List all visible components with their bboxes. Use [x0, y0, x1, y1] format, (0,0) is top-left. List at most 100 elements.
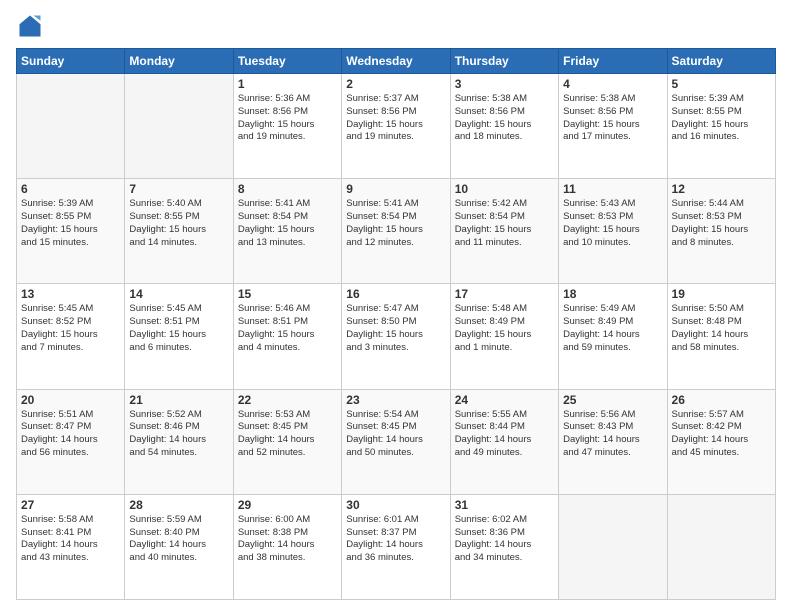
day-number: 9	[346, 182, 445, 196]
cell-content: Sunrise: 5:38 AMSunset: 8:56 PMDaylight:…	[563, 93, 662, 144]
day-number: 23	[346, 393, 445, 407]
day-header-sunday: Sunday	[17, 49, 125, 74]
day-number: 31	[455, 498, 554, 512]
calendar-cell: 28Sunrise: 5:59 AMSunset: 8:40 PMDayligh…	[125, 494, 233, 599]
day-number: 8	[238, 182, 337, 196]
cell-content: Sunrise: 5:47 AMSunset: 8:50 PMDaylight:…	[346, 303, 445, 354]
calendar-cell: 24Sunrise: 5:55 AMSunset: 8:44 PMDayligh…	[450, 389, 558, 494]
calendar-cell	[125, 74, 233, 179]
cell-content: Sunrise: 5:40 AMSunset: 8:55 PMDaylight:…	[129, 198, 228, 249]
cell-content: Sunrise: 5:39 AMSunset: 8:55 PMDaylight:…	[21, 198, 120, 249]
calendar-cell: 2 Sunrise: 5:37 AMSunset: 8:56 PMDaylight…	[342, 74, 450, 179]
cell-content: Sunrise: 5:46 AMSunset: 8:51 PMDaylight:…	[238, 303, 337, 354]
calendar-cell: 18Sunrise: 5:49 AMSunset: 8:49 PMDayligh…	[559, 284, 667, 389]
calendar-cell: 19 Sunrise: 5:50 AMSunset: 8:48 PMDayligh…	[667, 284, 775, 389]
day-number: 7	[129, 182, 228, 196]
cell-content: Sunrise: 5:57 AMSunset: 8:42 PMDaylight:…	[672, 409, 771, 460]
calendar-cell: 15 Sunrise: 5:46 AMSunset: 8:51 PMDayligh…	[233, 284, 341, 389]
day-number: 19	[672, 287, 771, 301]
day-number: 22	[238, 393, 337, 407]
calendar-cell: 10 Sunrise: 5:42 AMSunset: 8:54 PMDayligh…	[450, 179, 558, 284]
day-number: 27	[21, 498, 120, 512]
calendar-cell: 17 Sunrise: 5:48 AMSunset: 8:49 PMDayligh…	[450, 284, 558, 389]
calendar-week-row: 6 Sunrise: 5:39 AMSunset: 8:55 PMDaylight…	[17, 179, 776, 284]
cell-content: Sunrise: 5:39 AMSunset: 8:55 PMDaylight:…	[672, 93, 771, 144]
day-header-tuesday: Tuesday	[233, 49, 341, 74]
header	[16, 12, 776, 40]
calendar-cell	[559, 494, 667, 599]
logo	[16, 12, 48, 40]
day-number: 28	[129, 498, 228, 512]
day-number: 26	[672, 393, 771, 407]
calendar-week-row: 13 Sunrise: 5:45 AMSunset: 8:52 PMDayligh…	[17, 284, 776, 389]
calendar-week-row: 27 Sunrise: 5:58 AMSunset: 8:41 PMDayligh…	[17, 494, 776, 599]
cell-content: Sunrise: 5:38 AMSunset: 8:56 PMDaylight:…	[455, 93, 554, 144]
cell-content: Sunrise: 6:01 AMSunset: 8:37 PMDaylight:…	[346, 514, 445, 565]
calendar-cell	[667, 494, 775, 599]
day-number: 3	[455, 77, 554, 91]
cell-content: Sunrise: 5:37 AMSunset: 8:56 PMDaylight:…	[346, 93, 445, 144]
cell-content: Sunrise: 6:02 AMSunset: 8:36 PMDaylight:…	[455, 514, 554, 565]
day-number: 13	[21, 287, 120, 301]
calendar-cell: 4 Sunrise: 5:38 AMSunset: 8:56 PMDaylight…	[559, 74, 667, 179]
day-number: 12	[672, 182, 771, 196]
day-number: 4	[563, 77, 662, 91]
day-header-monday: Monday	[125, 49, 233, 74]
cell-content: Sunrise: 5:41 AMSunset: 8:54 PMDaylight:…	[238, 198, 337, 249]
calendar-cell: 11Sunrise: 5:43 AMSunset: 8:53 PMDayligh…	[559, 179, 667, 284]
calendar-cell: 30 Sunrise: 6:01 AMSunset: 8:37 PMDayligh…	[342, 494, 450, 599]
day-header-wednesday: Wednesday	[342, 49, 450, 74]
logo-icon	[16, 12, 44, 40]
calendar-cell	[17, 74, 125, 179]
day-number: 20	[21, 393, 120, 407]
calendar-table: SundayMondayTuesdayWednesdayThursdayFrid…	[16, 48, 776, 600]
cell-content: Sunrise: 5:58 AMSunset: 8:41 PMDaylight:…	[21, 514, 120, 565]
calendar-cell: 25 Sunrise: 5:56 AMSunset: 8:43 PMDayligh…	[559, 389, 667, 494]
calendar-cell: 16 Sunrise: 5:47 AMSunset: 8:50 PMDayligh…	[342, 284, 450, 389]
calendar-cell: 21Sunrise: 5:52 AMSunset: 8:46 PMDayligh…	[125, 389, 233, 494]
calendar-cell: 31 Sunrise: 6:02 AMSunset: 8:36 PMDayligh…	[450, 494, 558, 599]
day-number: 11	[563, 182, 662, 196]
calendar-cell: 5 Sunrise: 5:39 AMSunset: 8:55 PMDaylight…	[667, 74, 775, 179]
calendar-cell: 22Sunrise: 5:53 AMSunset: 8:45 PMDayligh…	[233, 389, 341, 494]
day-header-thursday: Thursday	[450, 49, 558, 74]
cell-content: Sunrise: 5:54 AMSunset: 8:45 PMDaylight:…	[346, 409, 445, 460]
calendar-cell: 14 Sunrise: 5:45 AMSunset: 8:51 PMDayligh…	[125, 284, 233, 389]
calendar-cell: 29Sunrise: 6:00 AMSunset: 8:38 PMDayligh…	[233, 494, 341, 599]
cell-content: Sunrise: 5:48 AMSunset: 8:49 PMDaylight:…	[455, 303, 554, 354]
calendar-cell: 23 Sunrise: 5:54 AMSunset: 8:45 PMDayligh…	[342, 389, 450, 494]
page: SundayMondayTuesdayWednesdayThursdayFrid…	[0, 0, 792, 612]
day-number: 25	[563, 393, 662, 407]
cell-content: Sunrise: 5:45 AMSunset: 8:52 PMDaylight:…	[21, 303, 120, 354]
cell-content: Sunrise: 5:44 AMSunset: 8:53 PMDaylight:…	[672, 198, 771, 249]
cell-content: Sunrise: 5:41 AMSunset: 8:54 PMDaylight:…	[346, 198, 445, 249]
cell-content: Sunrise: 5:45 AMSunset: 8:51 PMDaylight:…	[129, 303, 228, 354]
calendar-cell: 6 Sunrise: 5:39 AMSunset: 8:55 PMDaylight…	[17, 179, 125, 284]
calendar-cell: 12 Sunrise: 5:44 AMSunset: 8:53 PMDayligh…	[667, 179, 775, 284]
calendar-cell: 9 Sunrise: 5:41 AMSunset: 8:54 PMDaylight…	[342, 179, 450, 284]
calendar-week-row: 1Sunrise: 5:36 AMSunset: 8:56 PMDaylight…	[17, 74, 776, 179]
day-number: 10	[455, 182, 554, 196]
calendar-cell: 8 Sunrise: 5:41 AMSunset: 8:54 PMDaylight…	[233, 179, 341, 284]
cell-content: Sunrise: 5:50 AMSunset: 8:48 PMDaylight:…	[672, 303, 771, 354]
calendar-cell: 26 Sunrise: 5:57 AMSunset: 8:42 PMDayligh…	[667, 389, 775, 494]
day-number: 2	[346, 77, 445, 91]
day-number: 5	[672, 77, 771, 91]
day-number: 6	[21, 182, 120, 196]
day-header-saturday: Saturday	[667, 49, 775, 74]
day-number: 17	[455, 287, 554, 301]
calendar-cell: 1Sunrise: 5:36 AMSunset: 8:56 PMDaylight…	[233, 74, 341, 179]
cell-content: Sunrise: 5:42 AMSunset: 8:54 PMDaylight:…	[455, 198, 554, 249]
cell-content: Sunrise: 6:00 AMSunset: 8:38 PMDaylight:…	[238, 514, 337, 565]
day-number: 30	[346, 498, 445, 512]
cell-content: Sunrise: 5:56 AMSunset: 8:43 PMDaylight:…	[563, 409, 662, 460]
day-number: 18	[563, 287, 662, 301]
day-number: 15	[238, 287, 337, 301]
calendar-cell: 27 Sunrise: 5:58 AMSunset: 8:41 PMDayligh…	[17, 494, 125, 599]
day-number: 16	[346, 287, 445, 301]
day-number: 24	[455, 393, 554, 407]
calendar-cell: 13 Sunrise: 5:45 AMSunset: 8:52 PMDayligh…	[17, 284, 125, 389]
day-number: 14	[129, 287, 228, 301]
cell-content: Sunrise: 5:36 AMSunset: 8:56 PMDaylight:…	[238, 93, 337, 144]
calendar-header-row: SundayMondayTuesdayWednesdayThursdayFrid…	[17, 49, 776, 74]
